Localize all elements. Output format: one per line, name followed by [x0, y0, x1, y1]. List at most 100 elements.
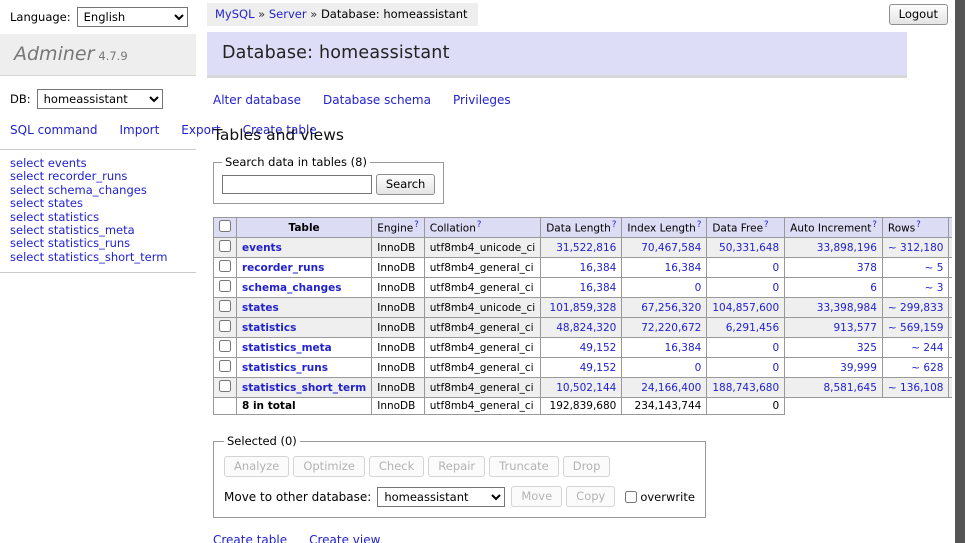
move-row: Move to other database: homeassistant Mo…	[224, 486, 695, 507]
table-name-link[interactable]: statistics_meta	[242, 342, 332, 354]
sidebar-select-statistics-meta[interactable]: select statistics_meta	[10, 224, 186, 237]
breadcrumb-server[interactable]: Server	[269, 7, 307, 21]
sidebar-select-schema-changes[interactable]: select schema_changes	[10, 184, 186, 197]
cell-index-length: 16,384	[622, 258, 707, 278]
column-header-label: Rows	[888, 223, 915, 235]
cell-rows: ~ 5	[882, 258, 949, 278]
scrollbar-thumb[interactable]	[955, 0, 965, 543]
cell-table-name: statistics_short_term	[237, 378, 372, 398]
help-link[interactable]: ?	[916, 220, 921, 230]
sidebar: Language: English Adminer4.7.9 DB: homea…	[0, 0, 196, 273]
row-checkbox[interactable]	[219, 360, 231, 372]
row-checkbox[interactable]	[219, 240, 231, 252]
cell-data-length: 49,152	[541, 358, 622, 378]
help-link[interactable]: ?	[477, 220, 482, 230]
logout-button[interactable]: Logout	[889, 4, 948, 25]
cell-engine: InnoDB	[372, 318, 425, 338]
column-header-label: Data Free	[712, 223, 763, 235]
sidebar-select-statistics[interactable]: select statistics	[10, 211, 186, 224]
move-database-select[interactable]: homeassistant	[377, 487, 505, 507]
move-button[interactable]: Move	[511, 486, 562, 507]
optimize-button[interactable]: Optimize	[293, 456, 365, 477]
truncate-button[interactable]: Truncate	[489, 456, 559, 477]
table-name-link[interactable]: statistics_short_term	[242, 382, 366, 394]
cell-table-name: recorder_runs	[237, 258, 372, 278]
drop-button[interactable]: Drop	[563, 456, 611, 477]
cell-checkbox	[214, 338, 237, 358]
cell-rows: ~ 244	[882, 338, 949, 358]
table-name-link[interactable]: states	[242, 302, 279, 314]
sql-command-link[interactable]: SQL command	[10, 123, 97, 137]
sidebar-select-statistics-runs[interactable]: select statistics_runs	[10, 237, 186, 250]
help-link[interactable]: ?	[612, 220, 617, 230]
cell-engine: InnoDB	[372, 398, 425, 415]
table-name-link[interactable]: statistics	[242, 322, 296, 334]
page-title-bar: Database: homeassistant	[207, 32, 907, 78]
db-row: DB: homeassistant	[0, 76, 196, 120]
cell-collation: utf8mb4_general_ci	[424, 378, 540, 398]
cell-data-free: 0	[707, 358, 785, 378]
cell-rows: ~ 136,108	[882, 378, 949, 398]
help-link[interactable]: ?	[414, 220, 419, 230]
cell-engine: InnoDB	[372, 338, 425, 358]
search-button[interactable]: Search	[376, 174, 436, 195]
cell-collation: utf8mb4_general_ci	[424, 398, 540, 415]
breadcrumb-mysql[interactable]: MySQL	[215, 7, 255, 21]
help-link[interactable]: ?	[697, 220, 702, 230]
analyze-button[interactable]: Analyze	[224, 456, 289, 477]
sidebar-select-recorder-runs[interactable]: select recorder_runs	[10, 170, 186, 183]
sidebar-select-states[interactable]: select states	[10, 197, 186, 210]
column-header-label: Auto Increment	[790, 223, 871, 235]
overwrite-label: overwrite	[640, 490, 695, 504]
alter-database-link[interactable]: Alter database	[213, 93, 301, 107]
table-name-link[interactable]: statistics_runs	[242, 362, 328, 374]
language-select[interactable]: English	[77, 7, 188, 27]
table-row: statesInnoDButf8mb4_unicode_ci101,859,32…	[214, 298, 966, 318]
repair-button[interactable]: Repair	[428, 456, 485, 477]
table-name-link[interactable]: schema_changes	[242, 282, 342, 294]
import-link[interactable]: Import	[119, 123, 159, 137]
language-label: Language:	[10, 10, 71, 24]
cell-table-name: states	[237, 298, 372, 318]
column-header-collation: Collation?	[424, 218, 540, 238]
check-button[interactable]: Check	[369, 456, 424, 477]
cell-rows: ~ 299,833	[882, 298, 949, 318]
database-schema-link[interactable]: Database schema	[323, 93, 431, 107]
row-checkbox[interactable]	[219, 320, 231, 332]
column-header-rows: Rows?	[882, 218, 949, 238]
table-name-link[interactable]: events	[242, 242, 282, 254]
tables-body: eventsInnoDButf8mb4_unicode_ci31,522,816…	[214, 238, 966, 415]
db-label: DB:	[10, 92, 31, 106]
search-fieldset: Search data in tables (8) Search	[213, 155, 444, 204]
table-name-link[interactable]: recorder_runs	[242, 262, 324, 274]
cell-auto-increment: 33,398,984	[785, 298, 883, 318]
sidebar-select-events[interactable]: select events	[10, 157, 186, 170]
row-checkbox[interactable]	[219, 300, 231, 312]
cell-data-length: 10,502,144	[541, 378, 622, 398]
privileges-link[interactable]: Privileges	[453, 93, 511, 107]
cell-data-free: 0	[707, 278, 785, 298]
cell-index-length: 16,384	[622, 338, 707, 358]
column-header-label: Index Length	[627, 223, 695, 235]
sidebar-select-statistics-short-term[interactable]: select statistics_short_term	[10, 251, 186, 264]
cell-total-label: 8 in total	[237, 398, 372, 415]
overwrite-checkbox[interactable]	[625, 491, 637, 503]
select-all-checkbox[interactable]	[219, 220, 231, 232]
create-table-link[interactable]: Create table	[213, 533, 287, 543]
cell-collation: utf8mb4_unicode_ci	[424, 238, 540, 258]
copy-button[interactable]: Copy	[566, 486, 615, 507]
cell-checkbox	[214, 318, 237, 338]
row-checkbox[interactable]	[219, 260, 231, 272]
row-checkbox[interactable]	[219, 340, 231, 352]
row-checkbox[interactable]	[219, 280, 231, 292]
cell-engine: InnoDB	[372, 238, 425, 258]
search-input[interactable]	[222, 175, 372, 194]
row-checkbox[interactable]	[219, 380, 231, 392]
help-link[interactable]: ?	[764, 220, 769, 230]
help-link[interactable]: ?	[872, 220, 877, 230]
cell-table-name: events	[237, 238, 372, 258]
app-name: Adminer	[14, 43, 94, 65]
create-view-link[interactable]: Create view	[309, 533, 380, 543]
db-select[interactable]: homeassistant	[37, 89, 163, 109]
cell-rows: ~ 569,159	[882, 318, 949, 338]
